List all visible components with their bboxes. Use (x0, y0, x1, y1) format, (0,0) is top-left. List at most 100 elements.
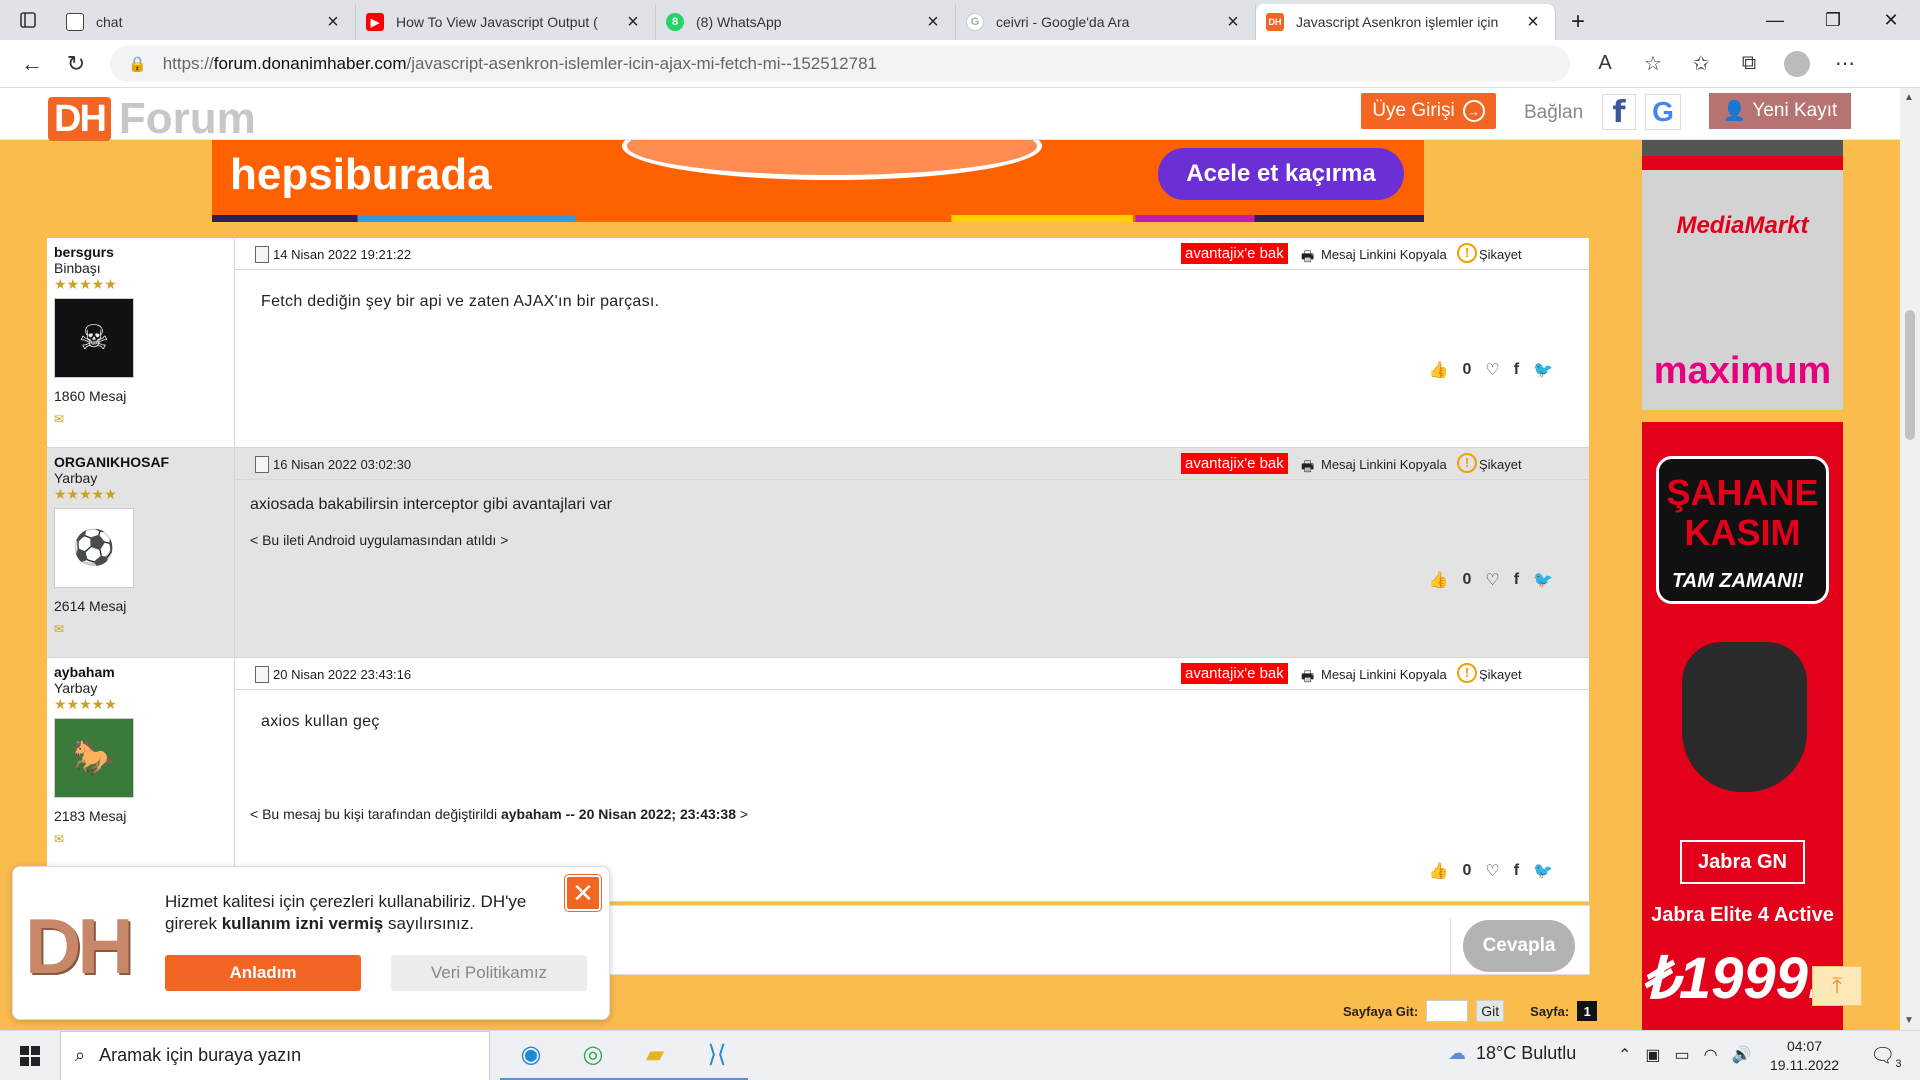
url-field[interactable]: 🔒 https://forum.donanimhaber.com/javascr… (110, 45, 1570, 82)
share-twitter-icon[interactable]: 🐦 (1533, 570, 1553, 590)
goto-page-button[interactable]: Git (1476, 1000, 1505, 1022)
close-cookie-icon[interactable]: ✕ (565, 875, 601, 911)
page-scrollbar[interactable]: ▲ ▼ (1900, 88, 1920, 1030)
ad-cta-button[interactable]: Acele et kaçırma (1158, 148, 1404, 200)
feedback-icon[interactable]: ⤒ (1812, 966, 1862, 1006)
current-page-number[interactable]: 1 (1577, 1001, 1598, 1021)
tab-actions-button[interactable] (0, 0, 56, 40)
close-tab-icon[interactable]: × (321, 11, 345, 34)
like-icon[interactable]: 👍 (1429, 360, 1449, 380)
close-window-icon[interactable]: ✕ (1862, 0, 1920, 40)
google-login-button[interactable]: G (1645, 94, 1681, 130)
read-aloud-icon[interactable]: A (1592, 52, 1618, 75)
profile-avatar[interactable] (1784, 50, 1810, 77)
edge-app-icon[interactable]: ◉ (500, 1031, 562, 1080)
taskbar-search[interactable]: ⌕ Aramak için buraya yazın (60, 1030, 490, 1080)
scroll-down-icon[interactable]: ▼ (1904, 1015, 1914, 1026)
side-ad-mediamarkt[interactable]: MediaMarkt maximum (1642, 140, 1843, 410)
copy-link-button[interactable]: Mesaj Linkini Kopyala (1321, 667, 1447, 682)
notification-center-icon[interactable]: 🗨3 (1870, 1043, 1902, 1070)
youtube-icon: ▶ (366, 13, 384, 31)
author-avatar[interactable]: ⚽ (54, 508, 134, 588)
favorite-heart-icon[interactable]: ♡ (1485, 570, 1499, 590)
private-message-icon[interactable]: ✉ (54, 622, 227, 636)
browser-tab-youtube[interactable]: ▶ How To View Javascript Output ( × (356, 4, 656, 40)
collections-icon[interactable]: ⧉ (1736, 52, 1762, 75)
author-username[interactable]: bersgurs (54, 244, 227, 260)
copy-link-button[interactable]: Mesaj Linkini Kopyala (1321, 247, 1447, 262)
private-message-icon[interactable]: ✉ (54, 832, 227, 846)
author-avatar[interactable]: 🐎 (54, 718, 134, 798)
back-icon[interactable]: ← (10, 44, 54, 84)
browser-tab-chat[interactable]: chat × (56, 4, 356, 40)
data-policy-button[interactable]: Veri Politikamız (391, 955, 587, 991)
login-button[interactable]: Üye Girişi → (1361, 93, 1496, 129)
favorites-icon[interactable]: ✩ (1688, 51, 1714, 76)
window-controls: — ❐ ✕ (1746, 0, 1920, 40)
share-facebook-icon[interactable]: f (1514, 571, 1519, 589)
share-twitter-icon[interactable]: 🐦 (1533, 360, 1553, 380)
browser-tab-whatsapp[interactable]: 8 (8) WhatsApp × (656, 4, 956, 40)
file-explorer-icon[interactable]: ▰ (624, 1031, 686, 1080)
clock-date: 19.11.2022 (1770, 1057, 1840, 1073)
close-tab-icon[interactable]: × (621, 11, 645, 34)
network-device-icon[interactable]: ▣ (1645, 1045, 1660, 1065)
avatar-glyph: ⚽ (72, 529, 116, 567)
close-tab-icon[interactable]: × (921, 11, 945, 34)
favorite-heart-icon[interactable]: ♡ (1485, 861, 1499, 881)
weather-widget[interactable]: ☁ 18°C Bulutlu (1448, 1043, 1576, 1064)
accept-cookies-button[interactable]: Anladım (165, 955, 361, 991)
refresh-icon[interactable]: ↻ (54, 44, 98, 84)
start-button[interactable] (0, 1031, 60, 1080)
favorite-heart-icon[interactable]: ♡ (1485, 360, 1499, 380)
goto-page-input[interactable] (1426, 1000, 1469, 1022)
tab-label: chat (96, 14, 123, 30)
share-twitter-icon[interactable]: 🐦 (1533, 861, 1553, 881)
avantajix-button[interactable]: avantajix'e bak (1181, 243, 1288, 264)
author-avatar[interactable]: ☠ (54, 298, 134, 378)
scroll-up-icon[interactable]: ▲ (1904, 92, 1914, 103)
top-banner-ad[interactable]: hepsiburada Acele et kaçırma (212, 140, 1424, 222)
battery-icon[interactable]: ▭ (1675, 1045, 1690, 1065)
vscode-app-icon[interactable]: ⟩⟨ (686, 1031, 748, 1080)
register-button[interactable]: 👤 Yeni Kayıt (1709, 93, 1851, 129)
report-button[interactable]: Şikayet (1479, 457, 1522, 472)
scrollbar-thumb[interactable] (1905, 310, 1915, 440)
cookie-consent-dialog: DH Hizmet kalitesi için çerezleri kullan… (12, 866, 610, 1020)
cookie-text-bold: kullanım izni vermiş (221, 914, 384, 933)
site-logo[interactable]: DH Forum (48, 94, 256, 144)
connect-label: Bağlan (1524, 102, 1584, 123)
report-button[interactable]: Şikayet (1479, 667, 1522, 682)
author-username[interactable]: aybaham (54, 664, 227, 680)
chrome-app-icon[interactable]: ◎ (562, 1031, 624, 1080)
author-username[interactable]: ORGANIKHOSAF (54, 454, 227, 470)
facebook-login-button[interactable]: f (1602, 94, 1636, 130)
print-icon: 🖶 (1301, 458, 1315, 474)
search-icon: ⌕ (75, 1045, 86, 1065)
like-icon[interactable]: 👍 (1429, 570, 1449, 590)
volume-icon[interactable]: 🔊 (1732, 1045, 1752, 1065)
new-tab-button[interactable]: + (1556, 4, 1600, 40)
more-icon[interactable]: ⋯ (1832, 51, 1858, 76)
reply-button[interactable]: Cevapla (1463, 920, 1575, 972)
close-tab-icon[interactable]: × (1521, 11, 1545, 34)
reply-input[interactable] (601, 918, 1451, 974)
taskbar-clock[interactable]: 04:07 19.11.2022 (1770, 1037, 1839, 1075)
private-message-icon[interactable]: ✉ (54, 412, 227, 426)
like-icon[interactable]: 👍 (1429, 861, 1449, 881)
minimize-icon[interactable]: — (1746, 0, 1804, 40)
avantajix-button[interactable]: avantajix'e bak (1181, 453, 1288, 474)
chevron-up-icon[interactable]: ⌃ (1618, 1045, 1631, 1065)
copy-link-button[interactable]: Mesaj Linkini Kopyala (1321, 457, 1447, 472)
avantajix-button[interactable]: avantajix'e bak (1181, 663, 1288, 684)
add-favorite-icon[interactable]: ☆ (1640, 51, 1666, 76)
share-facebook-icon[interactable]: f (1514, 361, 1519, 379)
side-ad-jabra[interactable]: ŞAHANE KASIM TAM ZAMANI! Jabra GN Jabra … (1642, 422, 1843, 1034)
wifi-icon[interactable]: ◠ (1704, 1045, 1718, 1065)
share-facebook-icon[interactable]: f (1514, 862, 1519, 880)
browser-tab-google[interactable]: G ceivri - Google'da Ara × (956, 4, 1256, 40)
close-tab-icon[interactable]: × (1221, 11, 1245, 34)
maximize-icon[interactable]: ❐ (1804, 0, 1862, 40)
report-button[interactable]: Şikayet (1479, 247, 1522, 262)
browser-tab-active[interactable]: DH Javascript Asenkron işlemler için × (1256, 4, 1556, 40)
